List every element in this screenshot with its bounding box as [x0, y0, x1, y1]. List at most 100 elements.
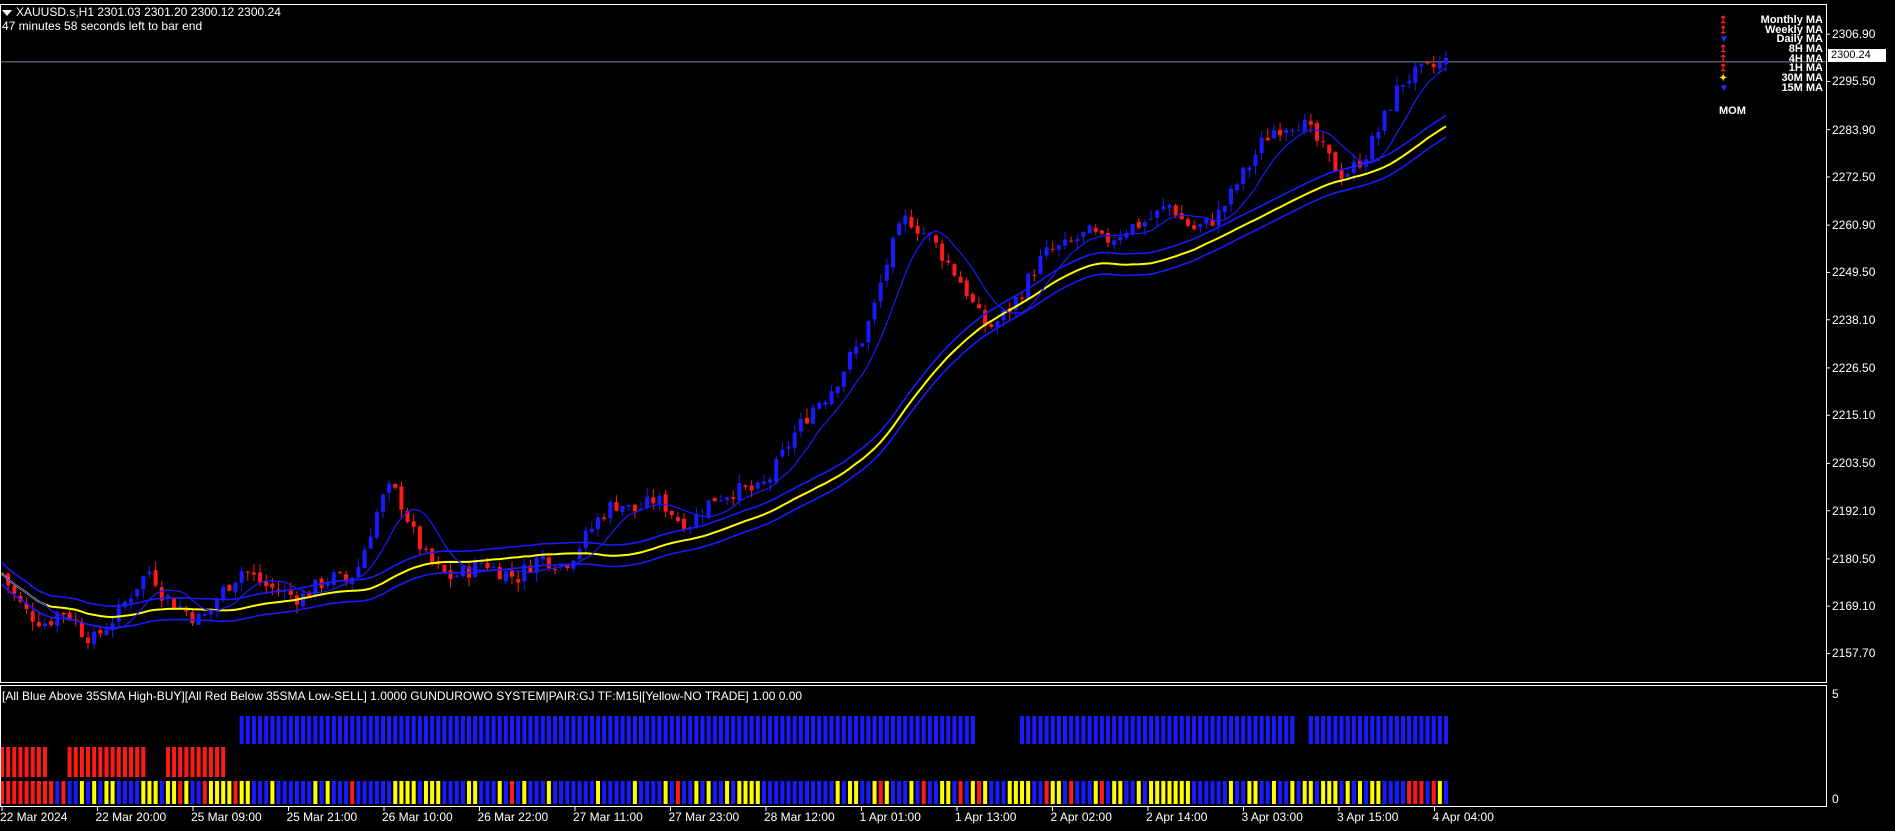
buy-bar — [1106, 716, 1111, 744]
candle-body — [786, 446, 791, 449]
candle-body — [669, 511, 674, 516]
price-chart[interactable] — [0, 0, 1895, 831]
candle-body — [749, 485, 754, 491]
trend-bar — [307, 781, 312, 804]
buy-bar — [1112, 716, 1117, 744]
candle-body — [596, 517, 601, 530]
buy-bar — [1179, 716, 1184, 744]
candle-body — [1093, 227, 1098, 232]
trend-bar — [1087, 781, 1092, 804]
trend-bar — [872, 781, 877, 804]
price-axis-label: 2295.50 — [1832, 74, 1876, 89]
candle-body — [897, 223, 902, 236]
candle-body — [1321, 141, 1326, 143]
buy-bar — [522, 716, 527, 744]
buy-bar — [964, 716, 969, 744]
sell-bar — [208, 747, 213, 777]
candle-body — [454, 575, 459, 578]
trend-bar — [61, 781, 66, 804]
trend-bar — [1106, 781, 1111, 804]
candle-body — [374, 511, 379, 538]
trend-bar — [804, 781, 809, 804]
sell-signal-row — [0, 747, 226, 777]
trend-bar — [423, 781, 428, 804]
candle-body — [977, 304, 982, 309]
trend-bar — [1149, 781, 1154, 804]
time-axis-label: 22 Mar 20:00 — [95, 810, 167, 824]
candle-body — [135, 588, 140, 597]
main-chart-pane[interactable] — [0, 50, 1826, 650]
time-axis-label: 1 Apr 13:00 — [955, 810, 1017, 824]
buy-bar — [374, 716, 379, 744]
trend-bar — [571, 781, 576, 804]
candle-body — [61, 612, 66, 615]
buy-bar — [639, 716, 644, 744]
sell-bar — [24, 747, 29, 777]
trend-bar — [620, 781, 625, 804]
candle-body — [878, 282, 883, 302]
buy-bar — [368, 716, 373, 744]
trend-bar — [890, 781, 895, 804]
trend-bar — [878, 781, 883, 804]
candle-body — [288, 590, 293, 595]
trend-bar — [258, 781, 263, 804]
trend-bar — [977, 781, 982, 804]
trend-bar — [1357, 781, 1362, 804]
time-axis-label: 26 Mar 22:00 — [477, 810, 549, 824]
buy-bar — [1364, 716, 1369, 744]
trend-bar — [540, 781, 545, 804]
sell-bar — [135, 747, 140, 777]
candle-body — [1204, 218, 1209, 224]
buy-bar — [1437, 716, 1442, 744]
buy-bar — [534, 716, 539, 744]
candle-body — [442, 564, 447, 573]
candle-body — [233, 582, 238, 592]
candle-body — [811, 407, 816, 424]
candle-body — [768, 479, 773, 483]
trend-bar — [153, 781, 158, 804]
trend-bar — [116, 781, 121, 804]
trend-bar — [1351, 781, 1356, 804]
buy-bar — [700, 716, 705, 744]
trend-bar — [1284, 781, 1289, 804]
trend-bar — [1444, 781, 1448, 804]
buy-bar — [737, 716, 742, 744]
trend-bar — [1155, 781, 1160, 804]
buy-bar — [897, 716, 902, 744]
trend-bar — [866, 781, 871, 804]
buy-bar — [915, 716, 920, 744]
trend-bar — [1314, 781, 1319, 804]
buy-bar — [1020, 716, 1025, 744]
candle-body — [227, 584, 232, 591]
candle-body — [1444, 57, 1448, 65]
trend-bar — [958, 781, 963, 804]
ma-arrow-icon: ▼ — [1719, 82, 1729, 94]
candle-body — [890, 237, 895, 268]
trend-bar — [473, 781, 478, 804]
candle-body — [860, 343, 865, 347]
sell-bar — [129, 747, 134, 777]
candle-body — [491, 566, 496, 568]
candle-body — [792, 432, 797, 448]
candle-body — [1302, 120, 1307, 133]
trend-bar — [485, 781, 490, 804]
collapse-triangle-icon[interactable] — [2, 9, 12, 16]
candle-body — [866, 321, 871, 343]
sell-bar — [6, 747, 11, 777]
trend-bar — [608, 781, 613, 804]
buy-bar — [1284, 716, 1289, 744]
buy-bar — [1204, 716, 1209, 744]
trend-bar — [534, 781, 539, 804]
trend-bar — [92, 781, 97, 804]
bar-timer: 47 minutes 58 seconds left to bar end — [2, 19, 203, 33]
buy-bar — [602, 716, 607, 744]
indicator-subwindow[interactable] — [0, 716, 1448, 804]
buy-bar — [1099, 716, 1104, 744]
buy-bar — [436, 716, 441, 744]
buy-bar — [319, 716, 324, 744]
candle-body — [952, 264, 957, 276]
trend-bar — [24, 781, 29, 804]
candle-body — [823, 401, 828, 405]
candle-body — [1087, 225, 1092, 234]
candle-body — [933, 235, 938, 243]
